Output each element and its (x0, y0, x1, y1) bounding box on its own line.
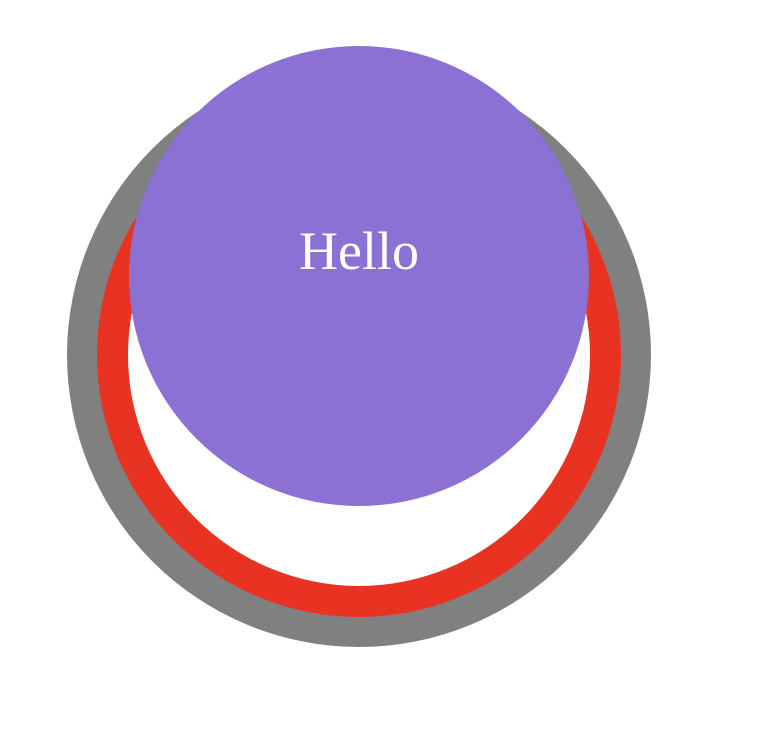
hello-button[interactable]: Hello (129, 46, 589, 506)
hello-button-label: Hello (299, 221, 419, 281)
